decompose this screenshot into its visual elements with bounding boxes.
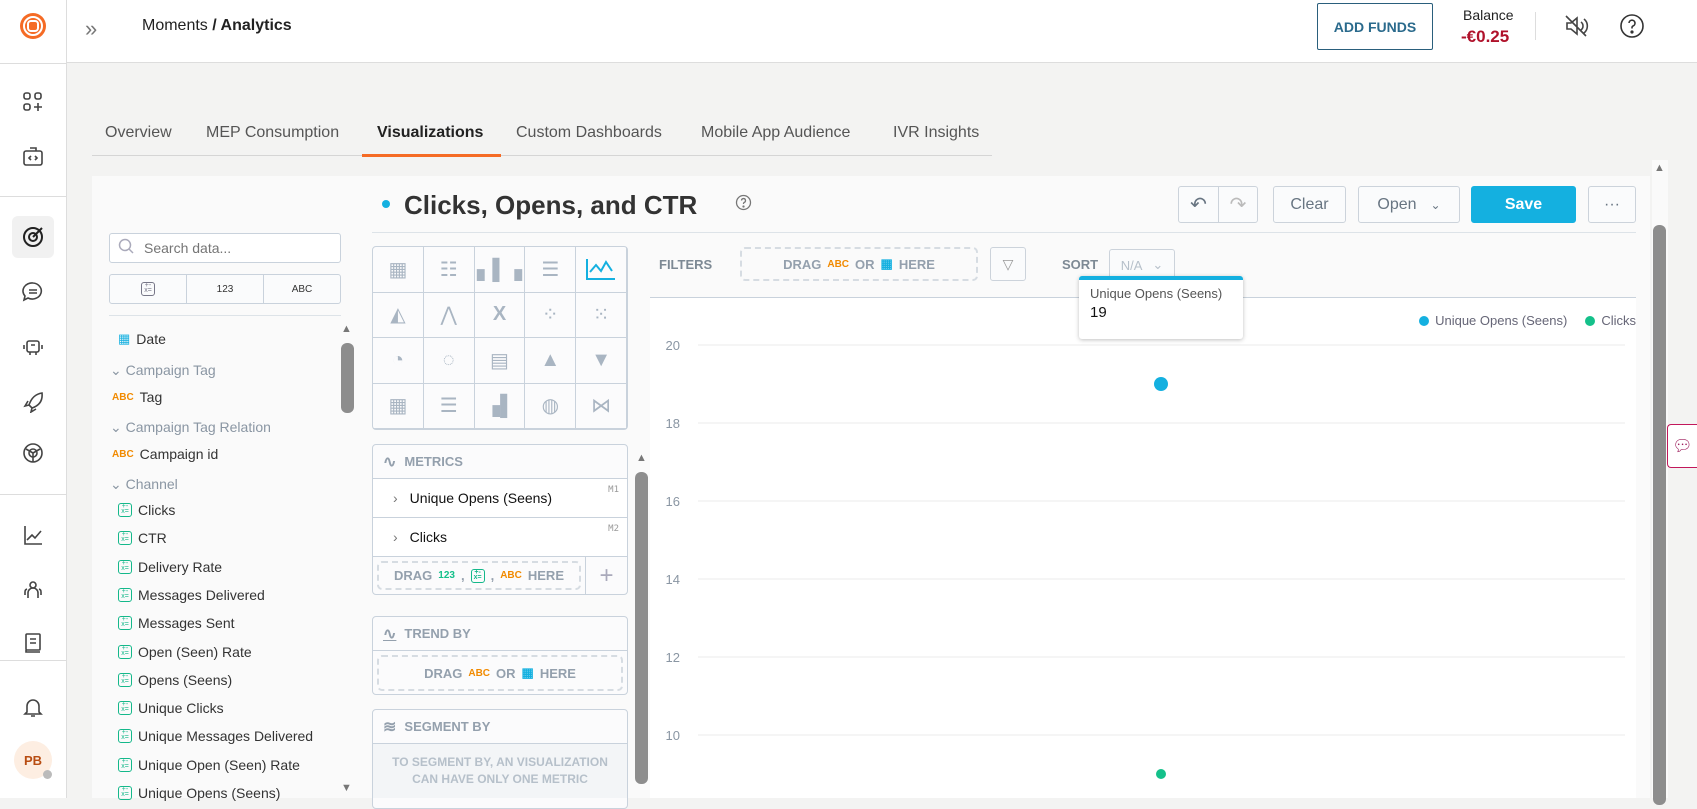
y-tick-label: 14 [666,572,680,587]
y-tick-label: 20 [666,338,680,353]
scatter-chart: 10 12 14 16 18 20 [666,338,1625,779]
data-point-clicks[interactable] [1156,769,1166,779]
chat-bubble-icon: 💬︎ [1672,438,1693,455]
y-tick-label: 12 [666,650,680,665]
legend-label: Unique Opens (Seens) [1435,313,1568,328]
y-tick-label: 18 [666,416,680,431]
legend-swatch [1419,315,1430,326]
legend-item[interactable]: Unique Opens (Seens) [1419,313,1567,328]
page-scrollbar[interactable] [1653,225,1666,805]
y-tick-label: 10 [666,728,680,743]
chart-legend: Unique Opens (Seens) Clicks [1419,313,1636,328]
chart-tooltip: Unique Opens (Seens) 19 [1079,276,1243,339]
page-scroll-up-icon[interactable]: ▲ [1654,162,1665,174]
y-tick-label: 16 [666,494,680,509]
data-point-unique-opens[interactable] [1154,377,1168,391]
legend-label: Clicks [1601,313,1636,328]
legend-swatch [1585,315,1596,326]
tooltip-series: Unique Opens (Seens) [1090,286,1223,301]
chat-widget-button[interactable]: 💬︎ [1667,424,1697,468]
tooltip-value: 19 [1090,304,1107,321]
legend-item[interactable]: Clicks [1585,313,1636,328]
